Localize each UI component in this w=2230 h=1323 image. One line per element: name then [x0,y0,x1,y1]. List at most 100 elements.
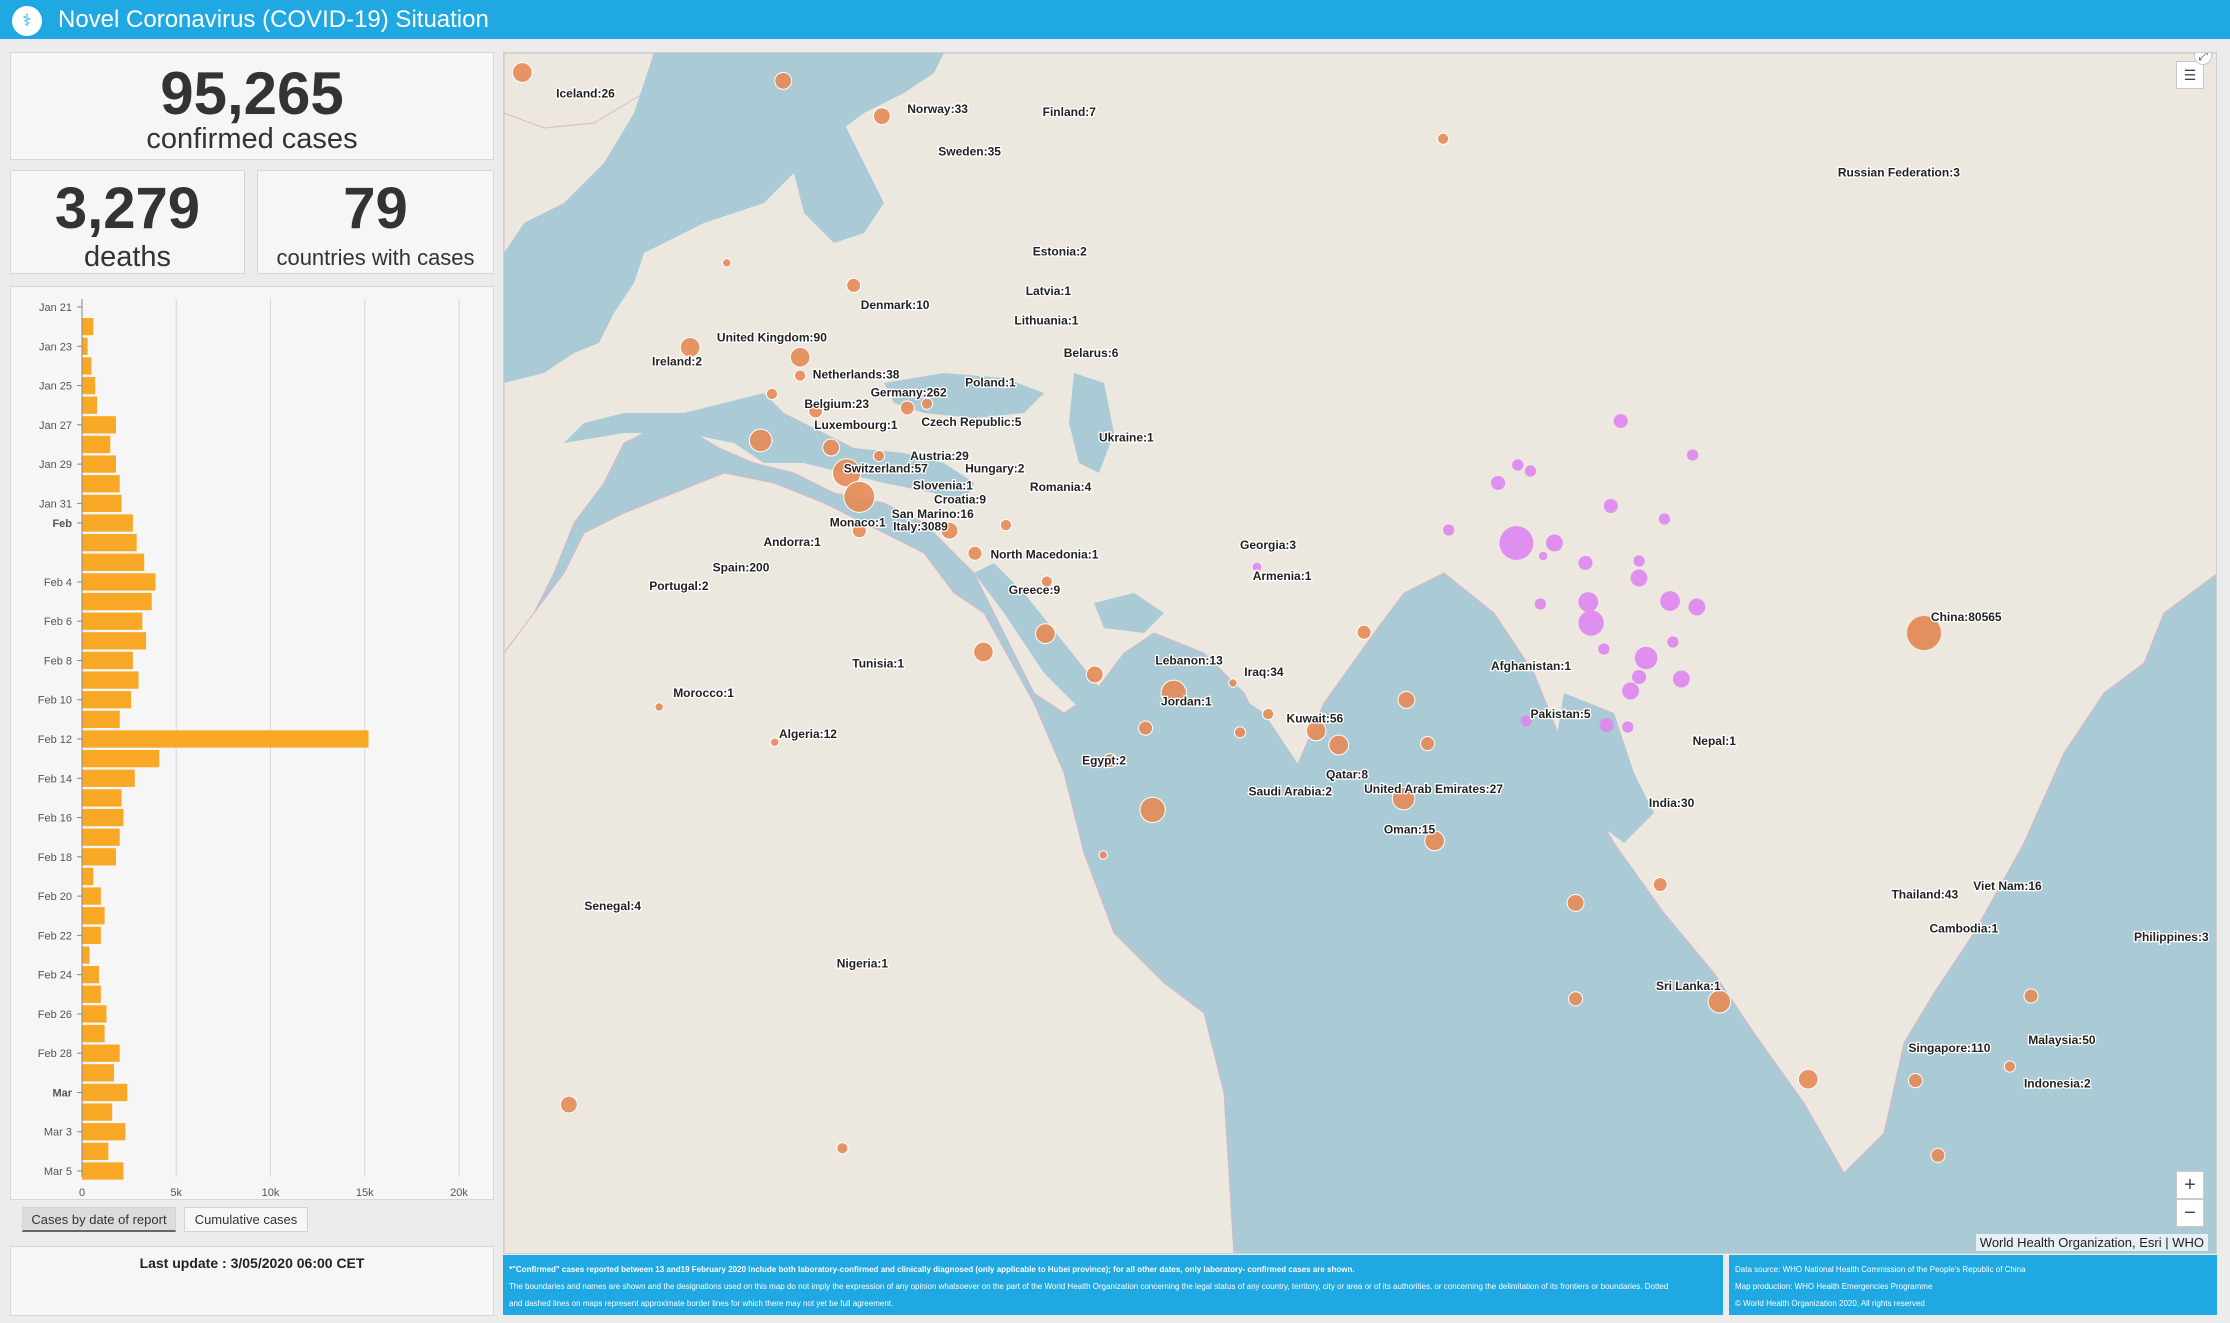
china-province-bubble[interactable] [1603,498,1618,514]
bar[interactable] [82,573,156,591]
country-bubble[interactable] [1397,690,1416,709]
china-province-bubble[interactable] [1599,717,1614,733]
bar[interactable] [82,1064,115,1082]
country-bubble[interactable] [1652,877,1668,893]
country-bubble[interactable] [1228,678,1238,688]
china-province-bubble[interactable] [1634,646,1658,670]
bar[interactable] [82,985,101,1003]
bar[interactable] [82,494,122,513]
country-bubble[interactable] [765,387,779,401]
bar[interactable] [82,651,133,670]
country-bubble[interactable] [1356,624,1372,640]
bar[interactable] [82,514,133,532]
china-province-bubble[interactable] [1578,592,1599,612]
country-bubble[interactable] [793,369,807,382]
bar[interactable] [82,671,139,689]
bar[interactable] [82,455,116,473]
china-province-bubble[interactable] [1633,555,1645,567]
bar[interactable] [82,965,99,984]
country-bubble[interactable] [920,397,934,410]
country-bubble[interactable] [973,641,994,663]
bar[interactable] [82,710,120,729]
country-bubble[interactable] [899,400,915,416]
country-bubble[interactable] [843,480,876,513]
china-province-bubble[interactable] [1524,465,1537,477]
bar[interactable] [82,926,101,945]
china-province-bubble[interactable] [1688,598,1706,616]
bar[interactable] [82,612,143,630]
china-province-bubble[interactable] [1578,610,1604,636]
china-province-bubble[interactable] [1660,591,1680,611]
country-bubble[interactable] [872,107,891,126]
country-bubble[interactable] [822,438,841,457]
bar[interactable] [82,1103,113,1121]
china-province-bubble[interactable] [1613,413,1628,429]
bar[interactable] [82,533,137,552]
bar[interactable] [82,317,94,336]
bar[interactable] [82,769,135,787]
bar[interactable] [82,1044,120,1062]
china-province-bubble[interactable] [1534,598,1546,610]
china-province-bubble[interactable] [1658,513,1671,525]
country-bubble[interactable] [1233,726,1247,739]
country-bubble[interactable] [1035,623,1056,645]
bar[interactable] [82,396,98,414]
china-province-bubble[interactable] [1667,636,1679,648]
bar[interactable] [82,828,120,846]
country-bubble[interactable] [999,518,1013,532]
china-province-bubble[interactable] [1598,643,1610,655]
zoom-in-button[interactable]: + [2176,1171,2204,1199]
country-bubble[interactable] [1139,796,1166,824]
china-province-bubble[interactable] [1622,682,1640,700]
bar[interactable] [82,730,369,748]
bar[interactable] [82,553,145,571]
bar[interactable] [82,1005,107,1023]
country-bubble[interactable] [1098,850,1108,860]
bar[interactable] [82,808,124,827]
bar[interactable] [82,376,96,395]
country-bubble[interactable] [1930,1147,1946,1163]
bar[interactable] [82,946,90,964]
bar[interactable] [82,1083,128,1102]
country-bubble[interactable] [2003,1060,2017,1073]
china-province-bubble[interactable] [1578,555,1593,571]
bar[interactable] [82,337,88,355]
country-bubble[interactable] [1262,707,1275,721]
china-province-bubble[interactable] [1512,459,1524,471]
country-bubble[interactable] [1138,720,1154,736]
china-province-bubble[interactable] [1632,669,1647,685]
bar[interactable] [82,1123,126,1141]
country-bubble[interactable] [1797,1068,1819,1090]
country-bubble[interactable] [872,449,886,463]
bar[interactable] [82,1142,109,1161]
country-bubble[interactable] [1436,132,1450,145]
bar[interactable] [82,1162,124,1180]
bar[interactable] [82,357,92,375]
country-bubble[interactable] [748,428,773,453]
country-bubble[interactable] [846,277,862,293]
tab-cases-by-date[interactable]: Cases by date of report [22,1207,176,1232]
bar[interactable] [82,887,101,905]
china-province-bubble[interactable] [1443,524,1455,536]
bar[interactable] [82,435,111,454]
country-bubble[interactable] [769,737,780,747]
bar[interactable] [82,867,94,886]
bar[interactable] [82,475,120,493]
country-bubble[interactable] [774,71,793,90]
bar[interactable] [82,749,160,768]
bar[interactable] [82,907,105,925]
tab-cumulative-cases[interactable]: Cumulative cases [184,1207,308,1232]
country-bubble[interactable] [559,1095,578,1114]
country-bubble[interactable] [836,1142,849,1155]
country-bubble[interactable] [1707,989,1732,1014]
china-province-bubble[interactable] [1538,551,1548,561]
list-icon[interactable]: ☰ [2176,61,2204,89]
country-bubble[interactable] [1568,991,1584,1007]
bar[interactable] [82,632,147,650]
bar[interactable] [82,592,152,611]
china-province-bubble[interactable] [1491,475,1506,491]
country-bubble[interactable] [1085,665,1104,684]
bar[interactable] [82,416,116,434]
country-bubble[interactable] [654,702,664,712]
country-bubble[interactable] [1566,893,1585,912]
